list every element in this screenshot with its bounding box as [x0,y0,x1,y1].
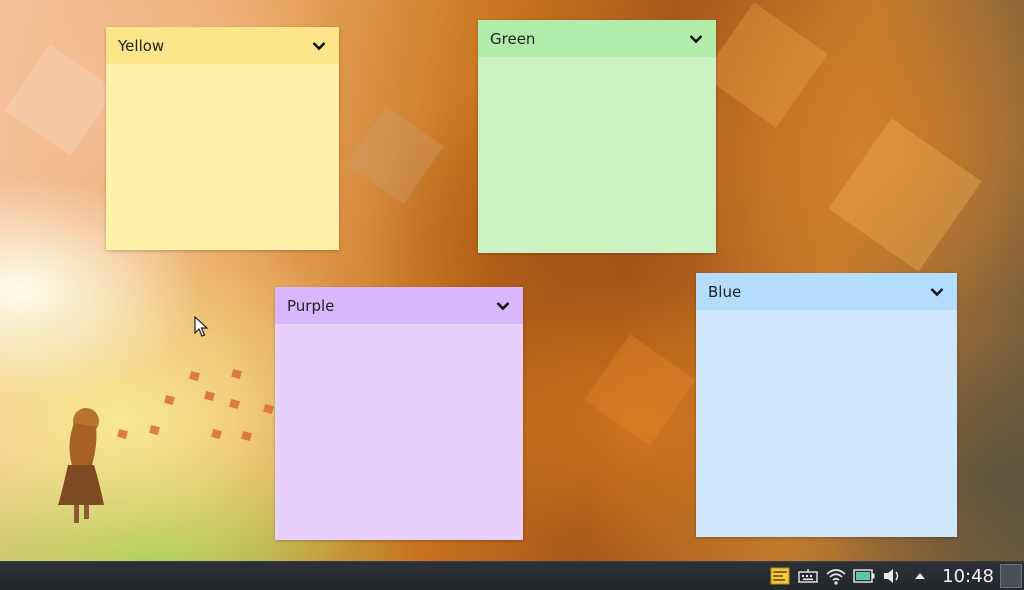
sticky-note-purple[interactable]: Purple [275,287,523,540]
sticky-notes-icon[interactable] [769,565,791,587]
sticky-note-blue[interactable]: Blue [696,273,957,537]
note-header[interactable]: Yellow [106,27,339,64]
wallpaper-shape [346,106,444,204]
show-desktop-button[interactable] [1000,564,1022,588]
wallpaper-leaf [117,428,128,440]
note-title[interactable]: Blue [708,283,741,301]
battery-icon[interactable] [853,565,875,587]
mouse-cursor-icon [194,316,209,337]
wallpaper-leaf [164,394,175,406]
chevron-down-icon[interactable] [311,38,327,54]
wallpaper-shape [828,118,982,272]
wallpaper-leaf [149,424,160,436]
wallpaper-leaf [211,428,222,440]
wallpaper-shape [4,44,116,156]
wallpaper-leaf [241,430,252,442]
taskbar-clock[interactable]: 10:48 [942,566,994,587]
wallpaper-leaf [263,403,274,415]
wallpaper-leaf [229,398,240,410]
volume-icon[interactable] [881,565,903,587]
note-header[interactable]: Purple [275,287,523,324]
taskbar: 10:48 [0,561,1024,590]
note-header[interactable]: Green [478,20,716,57]
sticky-note-green[interactable]: Green [478,20,716,253]
wallpaper-girl-illustration [58,408,104,523]
wallpaper-shape [584,334,696,446]
note-body[interactable] [106,64,339,250]
wallpaper-shape [702,2,828,128]
note-body[interactable] [275,324,523,540]
chevron-down-icon[interactable] [688,31,704,47]
note-title[interactable]: Green [490,30,535,48]
keyboard-icon[interactable] [797,565,819,587]
note-header[interactable]: Blue [696,273,957,310]
wallpaper-leaf [231,368,242,380]
chevron-down-icon[interactable] [929,284,945,300]
sticky-note-yellow[interactable]: Yellow [106,27,339,250]
note-body[interactable] [478,57,716,253]
note-title[interactable]: Purple [287,297,334,315]
note-body[interactable] [696,310,957,537]
wifi-icon[interactable] [825,565,847,587]
note-title[interactable]: Yellow [118,37,164,55]
wallpaper-leaf [189,370,200,382]
wallpaper-leaf [204,390,215,402]
expand-tray-icon[interactable] [909,565,931,587]
chevron-down-icon[interactable] [495,298,511,314]
